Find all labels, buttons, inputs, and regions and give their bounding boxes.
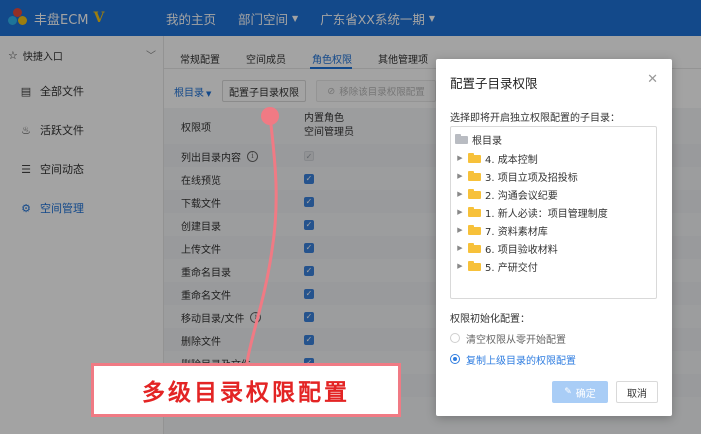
annotation-text: 多级目录权限配置 [142, 380, 350, 406]
annotation-callout: 多级目录权限配置 [91, 363, 401, 417]
